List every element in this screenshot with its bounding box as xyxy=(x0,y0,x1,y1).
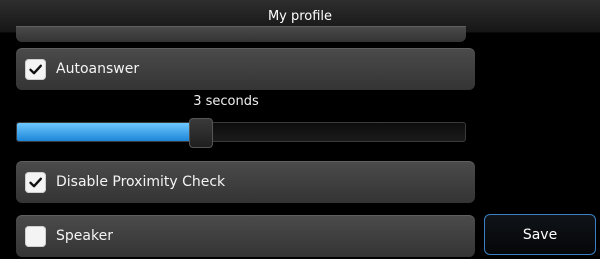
disable-proximity-label: Disable Proximity Check xyxy=(56,174,226,190)
save-button[interactable]: Save xyxy=(484,214,596,255)
slider-handle[interactable] xyxy=(188,118,213,148)
autoanswer-checkbox[interactable] xyxy=(25,58,46,80)
speaker-label: Speaker xyxy=(56,228,113,244)
autoanswer-delay-slider[interactable] xyxy=(16,118,466,148)
check-icon xyxy=(29,177,42,187)
slider-value-label: 3 seconds xyxy=(193,94,259,109)
speaker-checkbox[interactable] xyxy=(25,225,46,247)
previous-setting-panel xyxy=(16,26,466,42)
disable-proximity-checkbox[interactable] xyxy=(25,171,46,193)
check-icon xyxy=(29,64,42,74)
disable-proximity-setting[interactable]: Disable Proximity Check xyxy=(16,161,475,203)
slider-fill xyxy=(17,123,201,141)
autoanswer-label: Autoanswer xyxy=(56,61,140,77)
page-title: My profile xyxy=(267,8,333,24)
autoanswer-setting[interactable]: Autoanswer xyxy=(16,48,475,90)
speaker-setting[interactable]: Speaker xyxy=(16,215,475,257)
